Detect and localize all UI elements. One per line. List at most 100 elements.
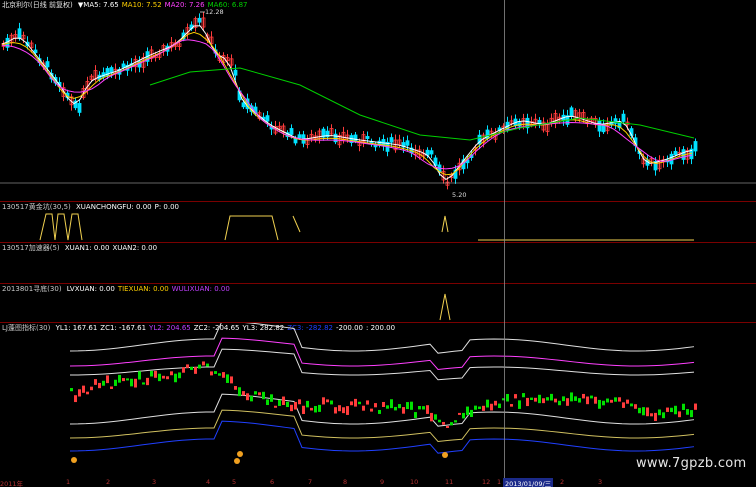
indicator-bar	[598, 399, 601, 409]
indicator-bar	[454, 420, 457, 423]
indicator-bar	[238, 387, 241, 397]
indicator-bar	[234, 386, 237, 390]
indicator-bar	[430, 412, 433, 422]
stock-chart-window: 北京利尔(日线 前复权) ▼MA5: 7.65 MA10: 7.52 MA20: 7…	[0, 0, 756, 487]
indicator-bar	[558, 400, 561, 406]
indicator-bar	[98, 382, 101, 389]
indicator-bar	[246, 393, 249, 401]
indicator-bar	[150, 370, 153, 377]
indicator-bar	[574, 396, 577, 401]
indicator-bar	[334, 407, 337, 414]
lj-indicator-panel[interactable]: LJ蓬图指标(30) YL1: 167.61 ZC1: -167.61 YL2: 2…	[0, 323, 756, 477]
indicator-bar	[170, 371, 173, 376]
time-axis-label: 9	[380, 478, 385, 486]
time-axis-label: 1	[66, 478, 71, 486]
indicator-bar	[570, 392, 573, 402]
indicator-bar	[550, 393, 553, 401]
indicator-bar	[546, 397, 549, 401]
indicator-bar	[514, 394, 517, 399]
indicator-bar	[422, 406, 425, 410]
indicator-bar	[306, 400, 309, 408]
indicator-bar	[634, 404, 637, 409]
indicator-bar	[414, 412, 417, 419]
indicator-bar	[374, 403, 377, 408]
indicator-bar	[162, 375, 165, 379]
indicator-bar	[134, 378, 137, 388]
indicator-bar	[266, 399, 269, 406]
indicator-bar	[174, 373, 177, 383]
indicator-bar	[118, 374, 121, 383]
accelerator-title: 130517加速器(5)	[2, 244, 60, 252]
indicator-bar	[262, 391, 265, 400]
indicator-bar	[490, 403, 493, 411]
indicator-bar	[562, 396, 565, 402]
indicator-bar	[426, 405, 429, 414]
indicator-bar	[338, 405, 341, 412]
indicator-bar	[210, 371, 213, 376]
candlestick-chart[interactable]	[0, 0, 756, 198]
indicator-bar	[362, 405, 365, 411]
indicator-bar	[78, 389, 81, 397]
golden-pit-panel[interactable]: 130517黄金坑(30,5) XUANCHONGFU: 0.00 P: 0.00	[0, 202, 756, 242]
lower-band-inner	[69, 393, 695, 427]
candle-body	[297, 134, 302, 139]
indicator-bar	[178, 372, 181, 379]
time-axis-label: 3	[598, 478, 603, 486]
indicator-bar	[294, 401, 297, 410]
signal-dot	[237, 451, 243, 457]
price-panel[interactable]: 北京利尔(日线 前复权) ▼MA5: 7.65 MA10: 7.52 MA20: 7…	[0, 0, 756, 199]
candle-body	[429, 150, 434, 155]
indicator-bar	[522, 393, 525, 398]
ma10-line	[1, 31, 693, 176]
upper-band-mid	[69, 337, 695, 371]
indicator-bar	[230, 376, 233, 384]
indicator-bar	[274, 405, 277, 408]
bottom-finder-panel[interactable]: 2013801寻底(30) LVXUAN: 0.00 TIEXUAN: 0.00 W…	[0, 284, 756, 322]
indicator-bar	[442, 421, 445, 425]
spike-line	[439, 293, 451, 321]
bottom-finder-chart	[439, 293, 451, 321]
indicator-bar	[518, 400, 521, 409]
pulse-line	[39, 213, 83, 241]
indicator-bar	[578, 398, 581, 403]
indicator-bar	[138, 371, 141, 380]
accelerator-panel[interactable]: 130517加速器(5) XUAN1: 0.00 XUAN2: 0.00	[0, 243, 756, 283]
indicator-bar	[286, 401, 289, 408]
accelerator-value: XUAN1: 0.00	[64, 244, 110, 252]
indicator-bar	[254, 391, 257, 395]
time-axis-label: 2013/01/09/三	[503, 478, 554, 487]
indicator-bar	[458, 412, 461, 415]
indicator-bar	[242, 391, 245, 396]
indicator-bar	[182, 367, 185, 373]
candle-body	[693, 141, 698, 152]
indicator-bar	[530, 397, 533, 400]
candle-body	[621, 113, 626, 122]
time-axis-label: 11	[445, 478, 454, 486]
indicator-bar	[602, 400, 605, 406]
high-price-label: 12.28	[205, 8, 224, 16]
indicator-bar	[446, 425, 449, 428]
indicator-bar	[694, 403, 697, 410]
indicator-bar	[486, 399, 489, 408]
time-axis-label: 6	[270, 478, 275, 486]
indicator-bar	[538, 394, 541, 404]
indicator-bar	[186, 364, 189, 369]
indicator-bar	[110, 386, 113, 389]
candle-body	[597, 120, 602, 132]
indicator-bar	[126, 378, 129, 381]
accelerator-values: XUAN1: 0.00 XUAN2: 0.00	[65, 244, 160, 252]
indicator-bar	[198, 364, 201, 369]
indicator-bar	[686, 409, 689, 415]
indicator-bar	[226, 374, 229, 383]
signal-dot	[71, 457, 77, 463]
pulse-line	[224, 215, 279, 241]
upper-band-outer	[69, 323, 695, 354]
indicator-bar	[146, 377, 149, 386]
indicator-bar	[278, 399, 281, 406]
indicator-bar	[406, 402, 409, 410]
ma5-line	[1, 25, 693, 180]
indicator-bar	[130, 378, 133, 387]
time-axis-label: 2011年	[0, 480, 24, 487]
indicator-bar	[346, 406, 349, 415]
indicator-bar	[534, 397, 537, 402]
